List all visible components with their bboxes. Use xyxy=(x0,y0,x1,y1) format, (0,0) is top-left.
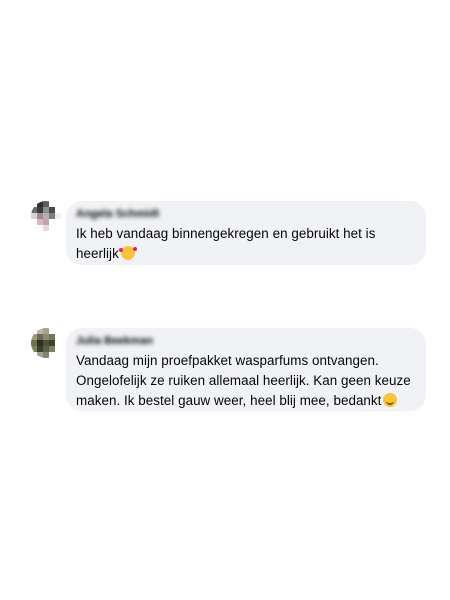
avatar-pixel xyxy=(55,225,61,231)
avatar[interactable] xyxy=(31,328,61,358)
comment-bubble: Angela Schmidt Ik heb vandaag binnengekr… xyxy=(66,201,426,265)
smiling-face-with-hearts-icon xyxy=(118,246,137,260)
comment-text-content: Vandaag mijn proefpakket wasparfums ontv… xyxy=(76,353,411,408)
comment-text: Vandaag mijn proefpakket wasparfums ontv… xyxy=(76,351,414,411)
comment-bubble: Julia Beekman Vandaag mijn proefpakket w… xyxy=(66,328,426,411)
author-name[interactable]: Angela Schmidt xyxy=(76,208,414,221)
comment-text: Ik heb vandaag binnengekregen en gebruik… xyxy=(76,224,414,264)
author-name[interactable]: Julia Beekman xyxy=(76,335,414,348)
avatar-pixel xyxy=(55,352,61,358)
avatar[interactable] xyxy=(31,201,61,231)
smiling-face-icon xyxy=(383,393,398,407)
